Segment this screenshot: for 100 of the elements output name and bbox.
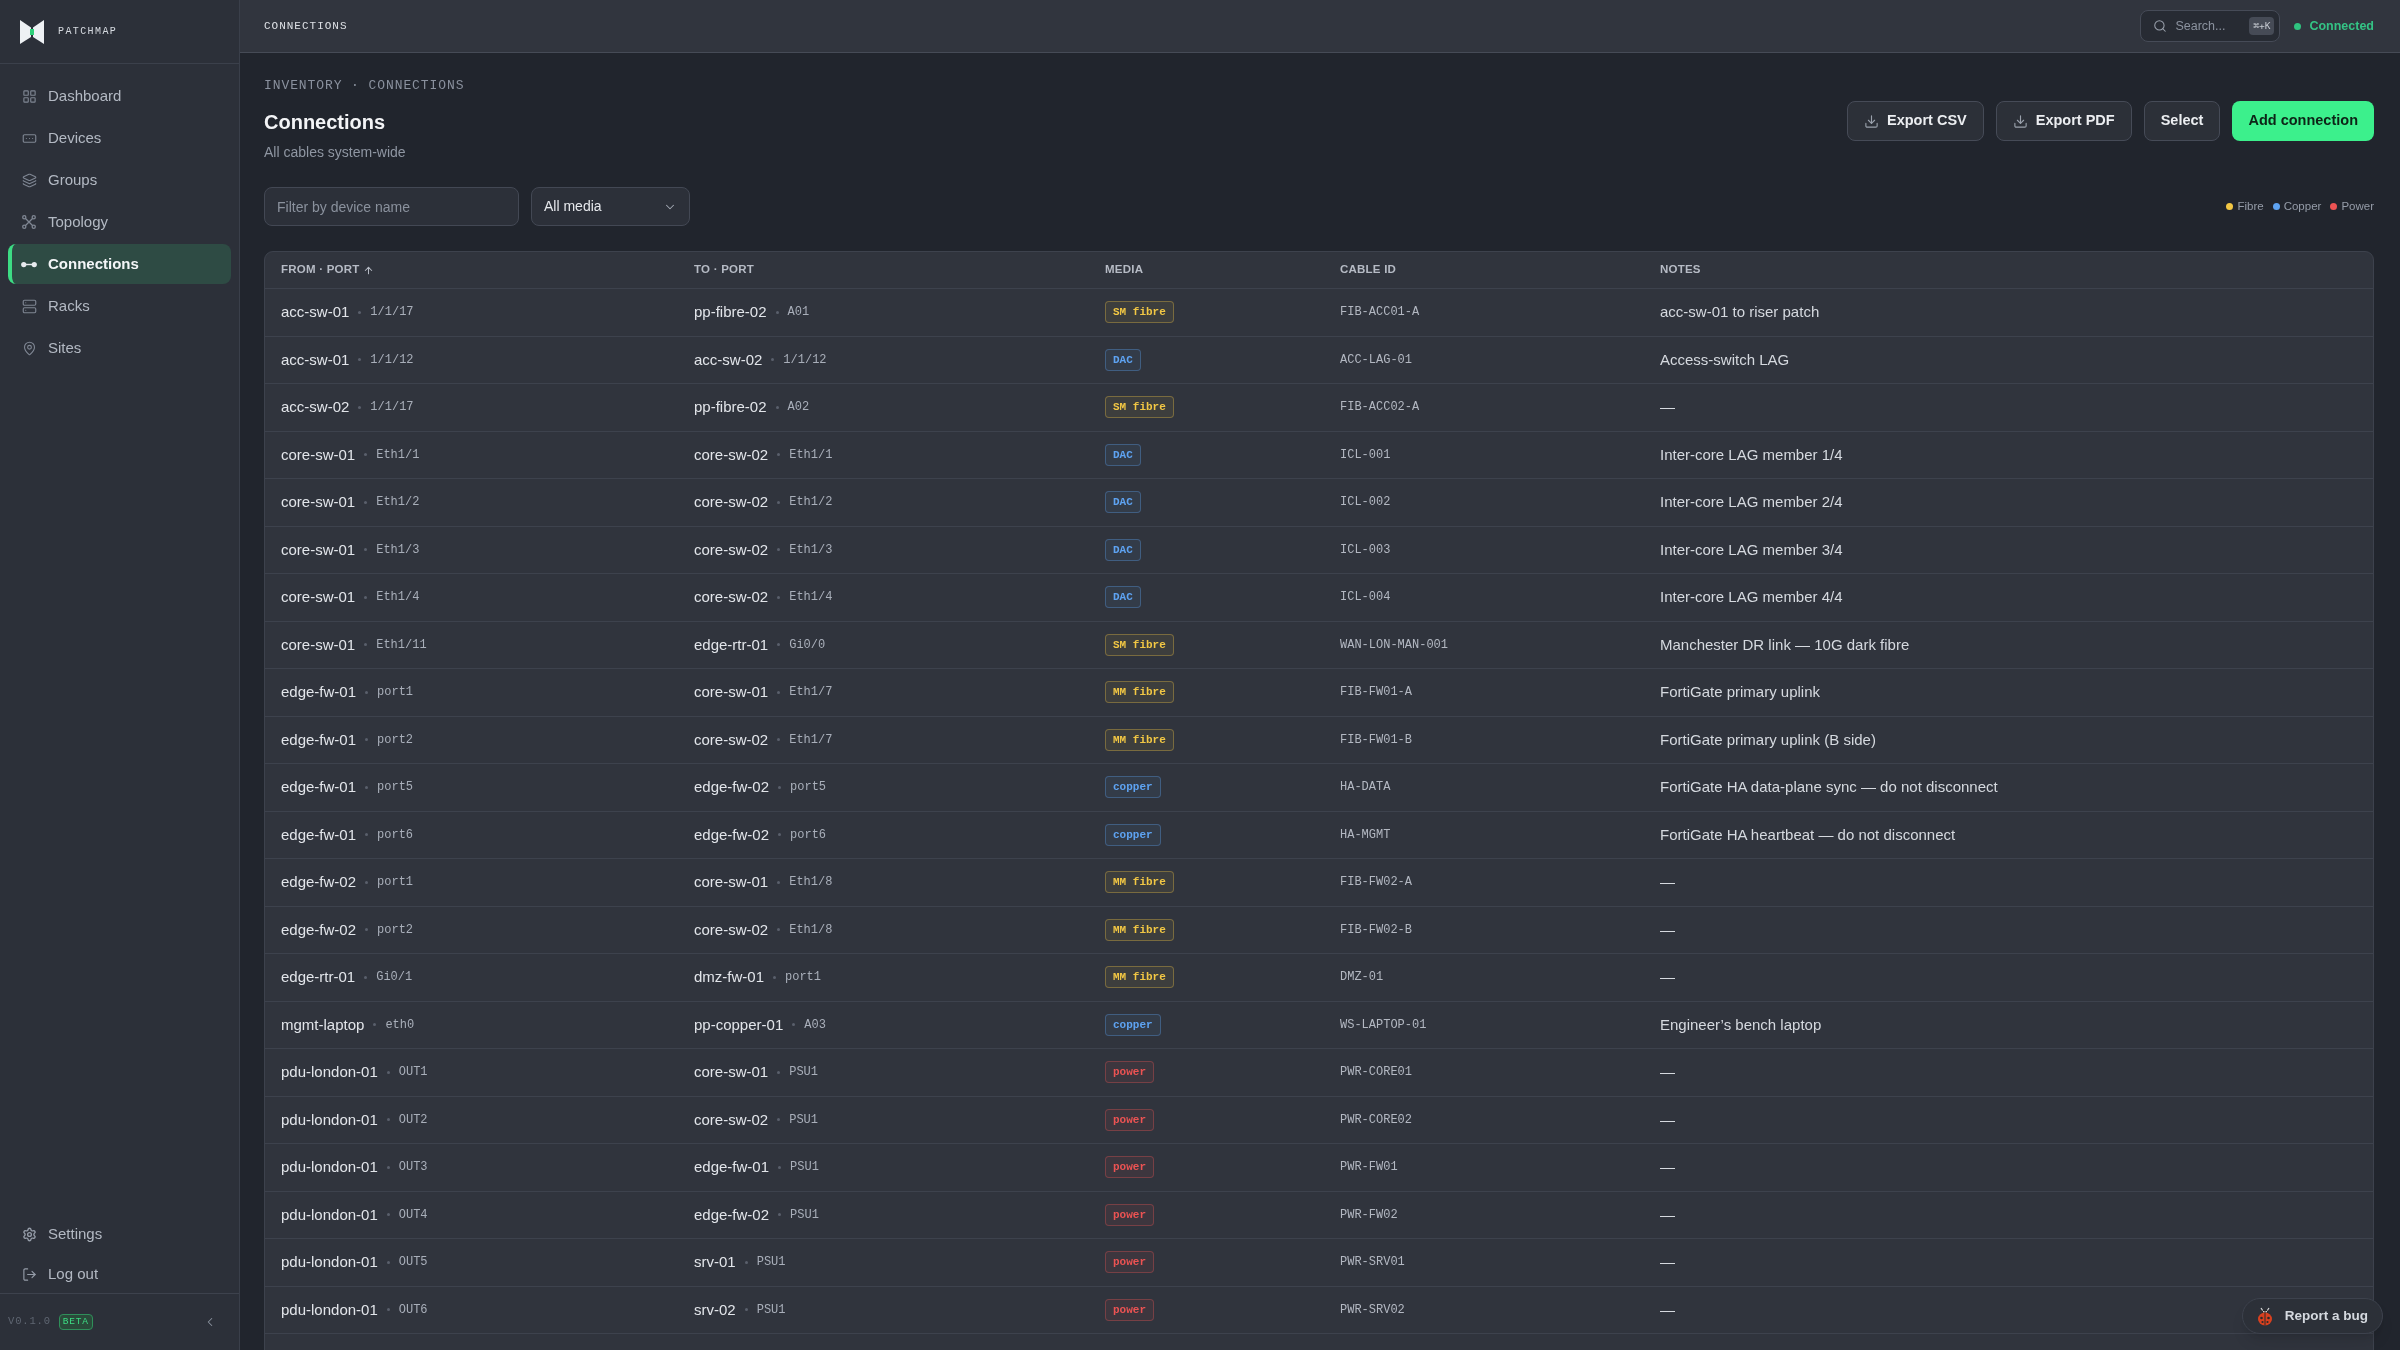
device-name: core-sw-02 bbox=[694, 729, 769, 750]
media-tag: MM fibre bbox=[1105, 871, 1174, 894]
notes-text: Inter-core LAG member 2/4 bbox=[1660, 492, 1843, 512]
log-out-icon bbox=[21, 1266, 37, 1282]
media-select[interactable]: All media bbox=[531, 187, 690, 226]
nav-item[interactable]: Connections bbox=[8, 244, 231, 284]
column-header[interactable]: TO · PORT bbox=[694, 261, 754, 279]
add-connection-button[interactable]: Add connection bbox=[2232, 101, 2374, 141]
column-header[interactable]: NOTES bbox=[1660, 261, 1701, 279]
notes-text: FortiGate HA data-plane sync — do not disconnect bbox=[1660, 777, 1998, 797]
device-name: acc-sw-01 bbox=[281, 349, 350, 370]
version-text: V0.1.0 bbox=[8, 1314, 51, 1330]
notes-text: FortiGate primary uplink (B side) bbox=[1660, 729, 1876, 750]
nav-item[interactable]: Sites bbox=[8, 328, 231, 368]
sidebar-link[interactable]: Settings bbox=[8, 1215, 231, 1253]
map-pin-icon bbox=[21, 340, 37, 356]
port-name: 1/1/12 bbox=[370, 351, 414, 369]
device-name: acc-sw-01 bbox=[281, 302, 350, 322]
device-name: edge-fw-02 bbox=[281, 872, 357, 892]
device-name: edge-fw-02 bbox=[694, 1204, 770, 1225]
port-name: OUT6 bbox=[398, 1301, 428, 1319]
media-tag: power bbox=[1105, 1061, 1154, 1084]
notes-text: — bbox=[1660, 1157, 1675, 1177]
cable-id: DMZ-01 bbox=[1340, 969, 1384, 987]
device-name: pdu-london-01 bbox=[281, 1299, 378, 1320]
cable-id: PWR-FW01 bbox=[1340, 1159, 1398, 1177]
cable-id: WS-LAPTOP-01 bbox=[1340, 1016, 1427, 1034]
port-name: OUT2 bbox=[398, 1111, 428, 1129]
device-name: srv-01 bbox=[694, 1252, 736, 1272]
device-name: dmz-fw-01 bbox=[694, 967, 764, 987]
device-name: pdu-london-01 bbox=[281, 1252, 378, 1272]
device-name: edge-fw-02 bbox=[694, 777, 770, 797]
cable-id: ICL-001 bbox=[1340, 446, 1391, 464]
port-name: 1/1/17 bbox=[370, 304, 414, 322]
media-tag: MM fibre bbox=[1105, 728, 1174, 751]
media-tag: DAC bbox=[1105, 443, 1141, 466]
sidebar-link[interactable]: Log out bbox=[8, 1255, 231, 1293]
media-tag: copper bbox=[1105, 776, 1161, 799]
legend-label: Power bbox=[2341, 198, 2374, 214]
port-name: PSU1 bbox=[756, 1301, 786, 1319]
media-tag: SM fibre bbox=[1105, 396, 1174, 419]
media-tag: copper bbox=[1105, 823, 1161, 846]
device-name: core-sw-01 bbox=[694, 682, 769, 702]
port-name: Eth1/8 bbox=[789, 921, 833, 939]
server-icon bbox=[21, 298, 37, 314]
report-bug-button[interactable]: Report a bug bbox=[2241, 1298, 2383, 1334]
media-tag: power bbox=[1105, 1156, 1154, 1179]
notes-text: — bbox=[1660, 1062, 1675, 1082]
select-button[interactable]: Select bbox=[2143, 101, 2221, 141]
status-text: Connected bbox=[2309, 17, 2374, 35]
cable-id: PWR-FW02 bbox=[1340, 1206, 1398, 1224]
device-name: edge-rtr-01 bbox=[694, 634, 769, 655]
notes-text: Manchester DR link — 10G dark fibre bbox=[1660, 634, 1910, 655]
cable-id: FIB-ACC02-A bbox=[1340, 399, 1420, 417]
search-field[interactable]: Search... ⌘+K bbox=[2140, 10, 2281, 42]
device-name: core-sw-02 bbox=[694, 1109, 769, 1130]
media-tag: power bbox=[1105, 1298, 1154, 1321]
logo-icon bbox=[20, 19, 44, 44]
cable-id: FIB-FW01-B bbox=[1340, 731, 1412, 749]
notes-text: Inter-core LAG member 1/4 bbox=[1660, 444, 1843, 465]
nav-item[interactable]: Racks bbox=[8, 286, 231, 326]
device-name: edge-rtr-01 bbox=[281, 967, 356, 987]
port-name: Eth1/11 bbox=[376, 636, 427, 654]
device-name: acc-sw-02 bbox=[694, 349, 763, 370]
nav-item[interactable]: Devices bbox=[8, 118, 231, 158]
port-name: Eth1/8 bbox=[789, 874, 833, 892]
media-tag: SM fibre bbox=[1105, 633, 1174, 656]
port-name: port2 bbox=[377, 731, 414, 749]
notes-text: — bbox=[1660, 397, 1675, 417]
cable-id: PWR-CORE02 bbox=[1340, 1111, 1412, 1129]
breadcrumb: INVENTORY · CONNECTIONS bbox=[264, 77, 465, 95]
nav-item[interactable]: Topology bbox=[8, 202, 231, 242]
media-tag: MM fibre bbox=[1105, 966, 1174, 989]
cable-id: PWR-CORE01 bbox=[1340, 1064, 1412, 1082]
nav-item[interactable]: Dashboard bbox=[8, 76, 231, 116]
port-name: OUT3 bbox=[398, 1159, 428, 1177]
device-name: core-sw-02 bbox=[694, 919, 769, 940]
port-name: Eth1/3 bbox=[376, 541, 420, 559]
cable-id: FIB-FW02-B bbox=[1340, 921, 1412, 939]
notes-text: Access-switch LAG bbox=[1660, 349, 1790, 370]
port-name: port5 bbox=[790, 779, 827, 797]
device-name: edge-fw-01 bbox=[281, 824, 357, 845]
column-header[interactable]: CABLE ID bbox=[1340, 261, 1397, 279]
notes-text: — bbox=[1660, 1109, 1675, 1130]
cable-id: FIB-FW01-A bbox=[1340, 684, 1412, 702]
filter-input[interactable]: Filter by device name bbox=[264, 187, 519, 226]
device-name: pp-fibre-02 bbox=[694, 397, 767, 417]
export-button[interactable]: Export PDF bbox=[1995, 101, 2132, 141]
cable-id: WAN-LON-MAN-001 bbox=[1340, 636, 1449, 654]
device-name: pp-fibre-02 bbox=[694, 302, 767, 322]
export-button[interactable]: Export CSV bbox=[1847, 101, 1984, 141]
dots-line-icon bbox=[21, 260, 37, 268]
column-header[interactable]: MEDIA bbox=[1105, 261, 1144, 279]
download-icon bbox=[2012, 113, 2028, 129]
page-label: CONNECTIONS bbox=[264, 18, 348, 34]
device-name: mgmt-laptop bbox=[281, 1014, 365, 1035]
media-tag: DAC bbox=[1105, 491, 1141, 514]
nav-item[interactable]: Groups bbox=[8, 160, 231, 200]
notes-text: Inter-core LAG member 3/4 bbox=[1660, 539, 1843, 560]
column-header[interactable]: FROM · PORT bbox=[281, 261, 374, 279]
